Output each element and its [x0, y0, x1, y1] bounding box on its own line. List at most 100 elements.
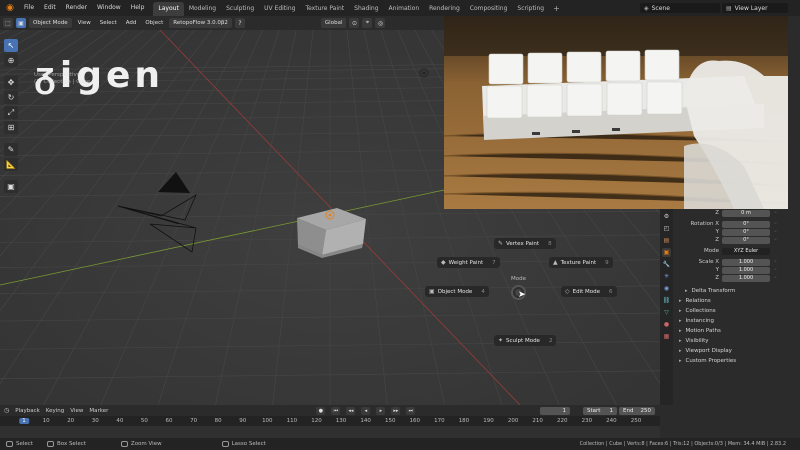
timeline-ruler[interactable]: 1 10 20 30 40 50 60 70 80 90 100 110 120 130 140 150 160…	[0, 416, 660, 426]
timeline-tick: 1	[19, 418, 29, 424]
data-tab-icon[interactable]: ▽	[662, 308, 671, 317]
tab-rendering[interactable]: Rendering	[424, 2, 465, 16]
scene-selector[interactable]: ◈ Scene	[640, 3, 720, 13]
pie-item-shortcut: 7	[492, 259, 496, 266]
prev-keyframe-icon[interactable]: ◂◂	[346, 406, 356, 415]
scale-y-field[interactable]: 1.000	[722, 266, 770, 274]
particles-tab-icon[interactable]: ✳	[662, 272, 671, 281]
mode-dropdown[interactable]: Object Mode	[29, 18, 72, 28]
rotation-mode-dropdown[interactable]: XYZ Euler	[722, 247, 770, 255]
select-box-icon[interactable]: ▣	[16, 18, 26, 28]
menu-add[interactable]: Add	[123, 20, 140, 26]
panel-visibility[interactable]: ▸ Visibility	[677, 336, 796, 346]
tab-compositing[interactable]: Compositing	[465, 2, 513, 16]
view-layer-selector[interactable]: ▤ View Layer	[722, 3, 788, 13]
snap-icon[interactable]: ⌖	[362, 18, 373, 28]
keyframe-icon[interactable]: ◦	[774, 237, 777, 243]
menu-file[interactable]: File	[19, 0, 39, 16]
add-workspace-icon[interactable]: +	[549, 4, 564, 13]
tab-animation[interactable]: Animation	[384, 2, 425, 16]
menu-window[interactable]: Window	[92, 0, 126, 16]
current-frame-field[interactable]: 1	[540, 407, 570, 415]
measure-tool-icon[interactable]: 📐	[4, 158, 18, 171]
pie-item-edit-mode[interactable]: ◇ Edit Mode 6	[561, 286, 617, 297]
panel-motion-paths[interactable]: ▸ Motion Paths	[677, 326, 796, 336]
editor-type-icon[interactable]: ⬚	[3, 18, 13, 28]
pivot-icon[interactable]: ⊙	[349, 18, 360, 28]
proportional-edit-icon[interactable]: ◎	[375, 18, 386, 28]
keyframe-icon[interactable]: ◦	[774, 229, 777, 235]
panel-collections[interactable]: ▸ Collections	[677, 306, 796, 316]
start-frame-field[interactable]: Start 1	[583, 407, 617, 415]
tab-uv-editing[interactable]: UV Editing	[259, 2, 300, 16]
select-tool-icon[interactable]: ↖	[4, 39, 18, 52]
menu-view[interactable]: View	[70, 408, 83, 414]
tab-scripting[interactable]: Scripting	[512, 2, 549, 16]
menu-select[interactable]: Select	[97, 20, 120, 26]
menu-keying[interactable]: Keying	[46, 408, 64, 414]
scale-tool-icon[interactable]: ⤢	[4, 106, 18, 119]
keyframe-icon[interactable]: ◦	[774, 275, 777, 281]
play-reverse-icon[interactable]: ◂	[361, 406, 371, 415]
panel-custom-properties[interactable]: ▸ Custom Properties	[677, 356, 796, 366]
tab-layout[interactable]: Layout	[153, 1, 184, 16]
keyframe-icon[interactable]: ◦	[774, 267, 777, 273]
tab-texture-paint[interactable]: Texture Paint	[300, 2, 349, 16]
pie-item-vertex-paint[interactable]: ✎ Vertex Paint 8	[494, 238, 556, 249]
transform-tool-icon[interactable]: ⊞	[4, 121, 18, 134]
tab-modeling[interactable]: Modeling	[184, 2, 221, 16]
object-tab-icon[interactable]: ▣	[662, 248, 671, 257]
cursor-tool-icon[interactable]: ⊕	[4, 54, 18, 67]
constraints-tab-icon[interactable]: ⛓	[662, 296, 671, 305]
rotation-y-field[interactable]: 0°	[722, 228, 770, 236]
orientation-dropdown[interactable]: Global	[320, 18, 347, 28]
menu-view[interactable]: View	[75, 20, 94, 26]
menu-playback[interactable]: Playback	[15, 408, 40, 414]
keyframe-icon[interactable]: ◦	[774, 221, 777, 227]
move-tool-icon[interactable]: ✥	[4, 76, 18, 89]
keyframe-icon[interactable]: ◦	[774, 210, 777, 216]
material-tab-icon[interactable]: ●	[662, 320, 671, 329]
panel-relations[interactable]: ▸ Relations	[677, 296, 796, 306]
menu-help[interactable]: Help	[126, 0, 150, 16]
add-cube-tool-icon[interactable]: ▣	[4, 180, 18, 193]
pie-item-sculpt-mode[interactable]: ✦ Sculpt Mode 2	[494, 335, 557, 346]
physics-tab-icon[interactable]: ◉	[662, 284, 671, 293]
output-tab-icon[interactable]: ▤	[662, 236, 671, 245]
location-z-field[interactable]: 0 m	[722, 209, 770, 217]
tab-shading[interactable]: Shading	[349, 2, 383, 16]
menu-object[interactable]: Object	[142, 20, 166, 26]
rotation-x-field[interactable]: 0°	[722, 220, 770, 228]
render-tab-icon[interactable]: ◰	[662, 224, 671, 233]
blender-logo-icon[interactable]: ◉	[4, 2, 16, 14]
menu-marker[interactable]: Marker	[89, 408, 108, 414]
panel-instancing[interactable]: ▸ Instancing	[677, 316, 796, 326]
annotate-tool-icon[interactable]: ✎	[4, 143, 18, 156]
menu-edit[interactable]: Edit	[39, 0, 61, 16]
next-keyframe-icon[interactable]: ▸▸	[391, 406, 401, 415]
rotate-tool-icon[interactable]: ↻	[4, 91, 18, 104]
keyframe-icon[interactable]: ◦	[774, 259, 777, 265]
play-icon[interactable]: ▸	[376, 406, 386, 415]
scale-x-field[interactable]: 1.000	[722, 258, 770, 266]
texture-tab-icon[interactable]: ▦	[662, 332, 671, 341]
record-icon[interactable]: ●	[316, 406, 326, 415]
retopoflow-button[interactable]: RetopoFlow 3.0.0β2	[169, 18, 232, 28]
tab-sculpting[interactable]: Sculpting	[221, 2, 259, 16]
tool-tab-icon[interactable]: ⚙	[662, 212, 671, 221]
panel-delta-transform[interactable]: ▸ Delta Transform	[677, 286, 796, 296]
modifier-tab-icon[interactable]: 🔧	[662, 260, 671, 269]
timeline-track-area[interactable]	[0, 426, 660, 438]
scale-z-field[interactable]: 1.000	[722, 274, 770, 282]
rotation-z-field[interactable]: 0°	[722, 236, 770, 244]
pie-item-object-mode[interactable]: ▣ Object Mode 4	[425, 286, 489, 297]
pie-item-texture-paint[interactable]: ▲ Texture Paint 9	[549, 257, 613, 268]
jump-start-icon[interactable]: ⏮	[331, 406, 341, 415]
menu-render[interactable]: Render	[61, 0, 92, 16]
timeline-editor-type-icon[interactable]: ◷	[4, 407, 9, 414]
end-frame-field[interactable]: End 250	[619, 407, 655, 415]
panel-viewport-display[interactable]: ▸ Viewport Display	[677, 346, 796, 356]
jump-end-icon[interactable]: ⏭	[406, 406, 416, 415]
pie-item-weight-paint[interactable]: ◆ Weight Paint 7	[437, 257, 500, 268]
help-icon[interactable]: ?	[234, 18, 245, 28]
